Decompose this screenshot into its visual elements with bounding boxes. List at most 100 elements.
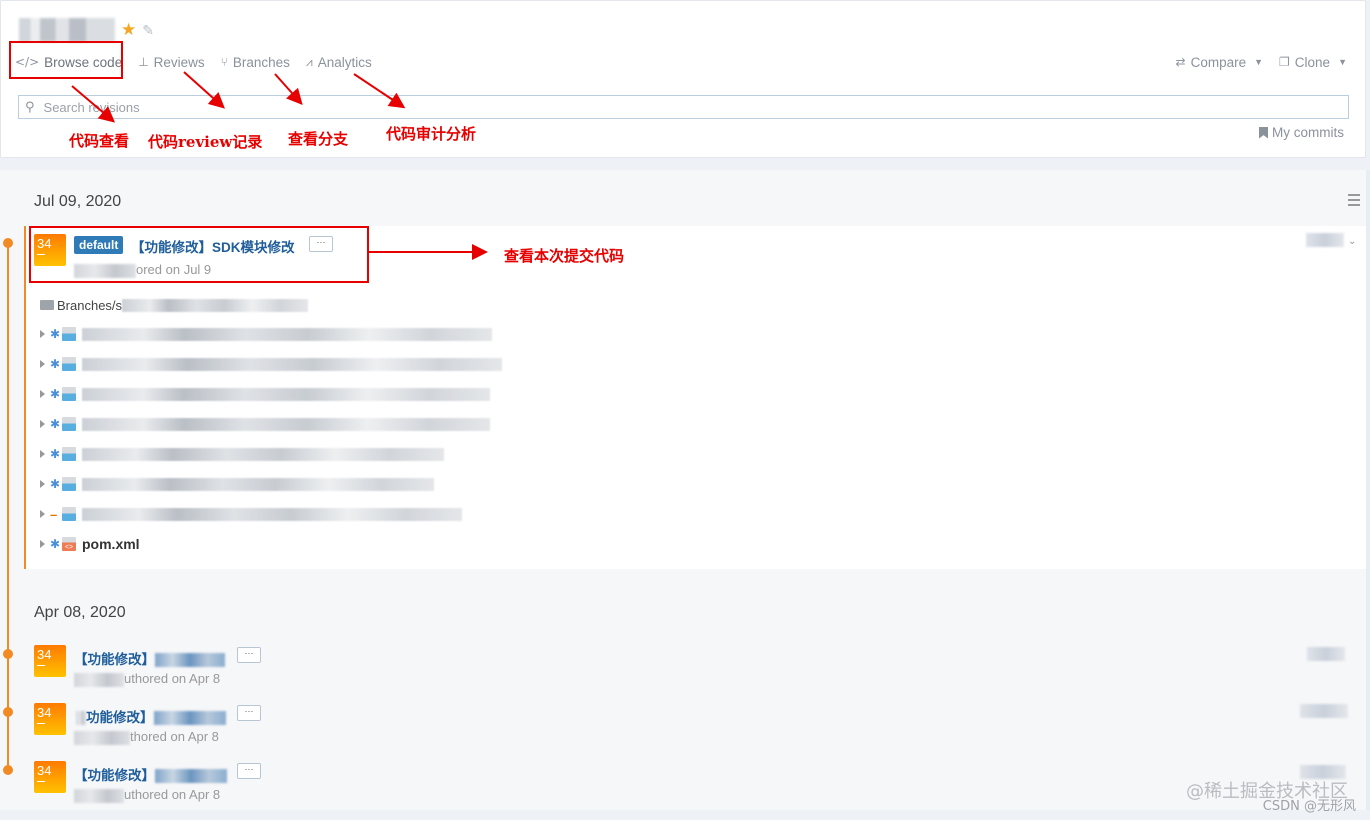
xml-file-icon: <> <box>62 537 76 551</box>
pencil-icon[interactable]: ✎ <box>142 22 154 39</box>
bookmark-icon <box>1259 126 1268 139</box>
annotation-commit: 查看本次提交代码 <box>504 247 625 265</box>
file-row[interactable]: ✱ <box>40 325 492 343</box>
author-redacted <box>74 730 130 745</box>
scrollbar[interactable] <box>1366 170 1370 810</box>
my-commits-label: My commits <box>1272 125 1344 140</box>
annotation-reviews: 代码review记录 <box>148 133 263 151</box>
file-path-redacted <box>82 327 492 341</box>
timeline-dot <box>3 765 13 775</box>
clone-label: Clone <box>1294 54 1331 70</box>
file-path-redacted <box>82 507 462 521</box>
nav-branches-label: Branches <box>232 54 290 70</box>
file-row[interactable]: ✱ <box>40 355 502 373</box>
file-name[interactable]: pom.xml <box>82 536 140 552</box>
file-row[interactable]: ✱ <> pom.xml <box>40 535 140 553</box>
repo-title: ★ ✎ <box>19 17 154 43</box>
file-path-redacted <box>82 477 434 491</box>
repo-name-redacted[interactable] <box>19 18 115 42</box>
expand-icon[interactable] <box>40 480 45 488</box>
java-file-icon <box>62 387 76 401</box>
commit-title[interactable]: 【功能修改】 <box>74 648 225 668</box>
caret-down-icon: ▼ <box>1254 57 1264 67</box>
file-path-redacted <box>82 357 502 371</box>
java-file-icon <box>62 417 76 431</box>
commit-meta: uthored on Apr 8 <box>74 671 220 687</box>
compare-dropdown[interactable]: ⇄ Compare ▼ <box>1176 51 1264 73</box>
java-file-icon <box>62 477 76 491</box>
clone-icon: ❐ <box>1279 55 1290 69</box>
deleted-icon: – <box>50 506 58 522</box>
chart-icon: ⩘ <box>305 54 313 69</box>
annotation-box-browse-code <box>9 41 123 79</box>
menu-icon[interactable] <box>1348 194 1360 209</box>
commit-meta: uthored on Apr 8 <box>74 787 220 803</box>
search-icon: ⚲ <box>25 99 35 115</box>
file-row[interactable]: ✱ <box>40 475 434 493</box>
my-commits-link[interactable]: My commits <box>1259 125 1344 140</box>
search-input[interactable] <box>43 99 1235 115</box>
search-revisions[interactable]: ⚲ <box>18 95 1349 119</box>
nav-reviews[interactable]: ⊥ Reviews <box>138 51 204 73</box>
chevron-down-icon[interactable]: ⌄ <box>1348 236 1356 247</box>
expand-icon[interactable] <box>40 450 45 458</box>
file-row[interactable]: ✱ <box>40 445 444 463</box>
timeline-line <box>7 241 9 771</box>
java-file-icon <box>62 447 76 461</box>
nav-analytics[interactable]: ⩘ Analytics <box>306 51 372 73</box>
more-button[interactable]: ··· <box>237 763 261 779</box>
annotation-box-commit <box>29 226 369 283</box>
nav-branches[interactable]: ⑂ Branches <box>221 51 290 73</box>
commit-meta: thored on Apr 8 <box>74 729 219 745</box>
avatar: 34 <box>34 761 66 793</box>
timeline-dot <box>3 649 13 659</box>
modified-icon: ✱ <box>50 447 61 461</box>
star-icon[interactable]: ★ <box>121 20 136 40</box>
author-redacted <box>74 788 124 803</box>
java-file-icon <box>62 507 76 521</box>
nav-reviews-label: Reviews <box>153 54 205 70</box>
commit-hash-redacted[interactable] <box>1306 233 1344 247</box>
more-button[interactable]: ··· <box>237 705 261 721</box>
title-redacted <box>76 711 86 726</box>
author-redacted <box>74 672 124 687</box>
file-row[interactable]: ✱ <box>40 415 490 433</box>
expand-icon[interactable] <box>40 510 45 518</box>
annotation-branches: 查看分支 <box>288 130 349 148</box>
caret-down-icon: ▼ <box>1338 57 1347 67</box>
file-path-redacted <box>82 447 444 461</box>
nav-analytics-label: Analytics <box>317 54 372 70</box>
compare-icon: ⇄ <box>1175 55 1186 69</box>
more-button[interactable]: ··· <box>237 647 261 663</box>
expand-icon[interactable] <box>40 540 45 548</box>
clone-dropdown[interactable]: ❐ Clone ▼ <box>1279 51 1347 73</box>
timeline-dot <box>3 707 13 717</box>
modified-icon: ✱ <box>50 417 61 431</box>
modified-icon: ✱ <box>50 477 61 491</box>
watermark: CSDN @无形风 <box>1262 799 1356 814</box>
commit-hash-redacted[interactable] <box>1300 704 1348 718</box>
java-file-icon <box>62 327 76 341</box>
commit-hash-redacted[interactable] <box>1307 647 1345 661</box>
expand-icon[interactable] <box>40 360 45 368</box>
expand-icon[interactable] <box>40 330 45 338</box>
java-file-icon <box>62 357 76 371</box>
file-path-redacted <box>82 417 490 431</box>
file-row[interactable]: ✱ <box>40 385 490 403</box>
timeline-dot <box>3 238 13 248</box>
date-header: Jul 09, 2020 <box>34 193 122 210</box>
compare-label: Compare <box>1190 54 1247 70</box>
branch-icon: ⑂ <box>220 55 228 69</box>
modified-icon: ✱ <box>50 537 61 551</box>
file-row[interactable]: – <box>40 505 462 523</box>
expand-icon[interactable] <box>40 390 45 398</box>
expand-icon[interactable] <box>40 420 45 428</box>
commit-title[interactable]: 【功能修改】 <box>74 764 227 784</box>
modified-icon: ✱ <box>50 387 61 401</box>
annotation-analytics: 代码审计分析 <box>386 125 477 143</box>
title-redacted <box>153 711 226 726</box>
repo-actions: ⇄ Compare ▼ ❐ Clone ▼ <box>1176 51 1347 73</box>
commit-title[interactable]: 功能修改】 <box>76 706 226 726</box>
tree-root[interactable]: Branches/s <box>40 296 309 314</box>
title-redacted <box>155 769 227 784</box>
